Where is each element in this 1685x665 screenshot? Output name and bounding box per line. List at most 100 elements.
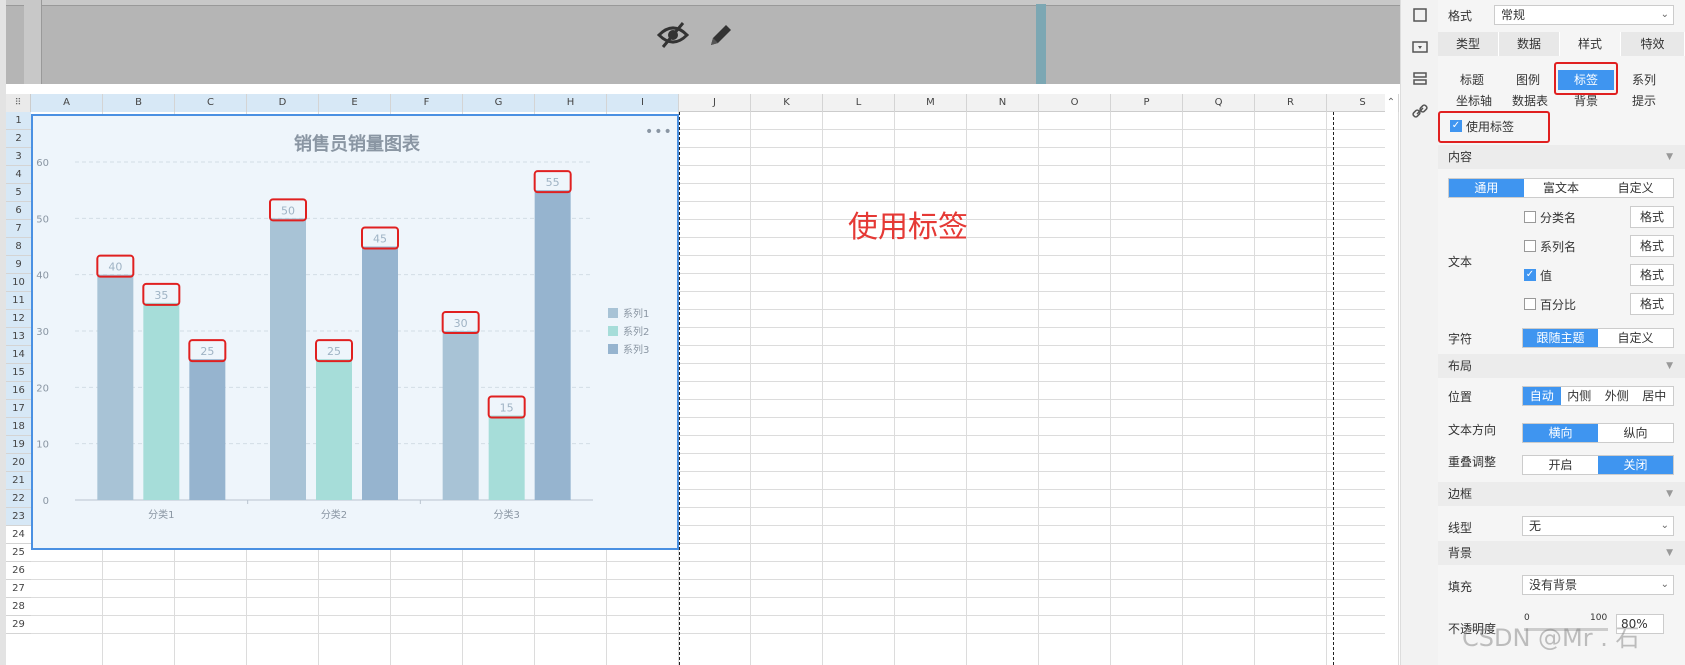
char-follow-theme[interactable]: 跟随主题 [1523, 329, 1598, 347]
row-header[interactable]: 10 [6, 274, 31, 292]
subtab-title[interactable]: 标题 [1446, 70, 1498, 90]
char-label: 字符 [1448, 332, 1473, 346]
section-border[interactable]: 边框 ▼ [1438, 482, 1685, 506]
column-header[interactable]: H [535, 94, 607, 112]
category-name-checkbox[interactable] [1524, 211, 1536, 223]
row-header[interactable]: 22 [6, 490, 31, 508]
row-header[interactable]: 5 [6, 184, 31, 202]
row-header[interactable]: 9 [6, 256, 31, 274]
column-header[interactable]: R [1255, 94, 1327, 112]
format-button[interactable]: 格式 [1630, 235, 1674, 257]
column-header[interactable]: A [31, 94, 103, 112]
column-header[interactable]: Q [1183, 94, 1255, 112]
attribute-icon[interactable] [1411, 70, 1429, 88]
row-header[interactable]: 21 [6, 472, 31, 490]
row-header[interactable]: 7 [6, 220, 31, 238]
column-header[interactable]: N [967, 94, 1039, 112]
section-content-title: 内容 [1448, 150, 1473, 164]
fill-select[interactable]: 没有背景 ⌄ [1522, 575, 1674, 595]
format-button[interactable]: 格式 [1630, 293, 1674, 315]
row-header[interactable]: 28 [6, 598, 31, 616]
position-auto[interactable]: 自动 [1523, 387, 1561, 405]
row-header[interactable]: 8 [6, 238, 31, 256]
tab-data[interactable]: 数据 [1499, 32, 1560, 56]
row-header[interactable]: 25 [6, 544, 31, 562]
row-header[interactable]: 26 [6, 562, 31, 580]
column-header[interactable]: K [751, 94, 823, 112]
overlap-on[interactable]: 开启 [1523, 456, 1598, 474]
row-header[interactable]: 14 [6, 346, 31, 364]
subtab-axis[interactable]: 坐标轴 [1446, 91, 1502, 111]
format-button[interactable]: 格式 [1630, 264, 1674, 286]
direction-horizontal[interactable]: 横向 [1523, 424, 1598, 442]
column-header[interactable]: L [823, 94, 895, 112]
y-tick-label: 50 [36, 214, 49, 225]
row-header[interactable]: 16 [6, 382, 31, 400]
section-content[interactable]: 内容 ▼ [1438, 145, 1685, 169]
subtab-tooltip[interactable]: 提示 [1618, 91, 1670, 111]
series-name-checkbox[interactable] [1524, 240, 1536, 252]
tab-effect[interactable]: 特效 [1621, 32, 1685, 56]
row-header[interactable]: 13 [6, 328, 31, 346]
subtab-datatable[interactable]: 数据表 [1502, 91, 1558, 111]
position-outside[interactable]: 外侧 [1598, 387, 1636, 405]
row-header[interactable]: 4 [6, 166, 31, 184]
column-header[interactable]: C [175, 94, 247, 112]
edit-pencil-icon[interactable] [704, 18, 738, 52]
direction-vertical[interactable]: 纵向 [1598, 424, 1673, 442]
tab-style[interactable]: 样式 [1560, 32, 1621, 56]
mode-richtext[interactable]: 富文本 [1524, 179, 1599, 197]
cell-element-icon[interactable] [1411, 6, 1429, 24]
row-header[interactable]: 11 [6, 292, 31, 310]
column-header[interactable]: E [319, 94, 391, 112]
row-header[interactable]: 2 [6, 130, 31, 148]
column-header[interactable]: G [463, 94, 535, 112]
row-header[interactable]: 29 [6, 616, 31, 634]
row-header[interactable]: 18 [6, 418, 31, 436]
select-all-corner[interactable]: ⠿ [6, 94, 31, 112]
section-layout[interactable]: 布局 ▼ [1438, 354, 1685, 378]
char-custom[interactable]: 自定义 [1598, 329, 1673, 347]
position-inside[interactable]: 内侧 [1561, 387, 1599, 405]
main-tabs: 类型 数据 样式 特效 [1438, 32, 1685, 56]
row-header[interactable]: 15 [6, 364, 31, 382]
subtab-legend[interactable]: 图例 [1502, 70, 1554, 90]
format-select[interactable]: 常规 ⌄ [1494, 5, 1674, 25]
row-header[interactable]: 23 [6, 508, 31, 526]
percent-checkbox[interactable] [1524, 298, 1536, 310]
mode-custom[interactable]: 自定义 [1598, 179, 1673, 197]
hide-eye-icon[interactable] [656, 18, 690, 52]
row-header[interactable]: 27 [6, 580, 31, 598]
link-icon[interactable] [1411, 102, 1429, 120]
column-header[interactable]: P [1111, 94, 1183, 112]
column-header[interactable]: D [247, 94, 319, 112]
tab-type[interactable]: 类型 [1438, 32, 1499, 56]
mode-general[interactable]: 通用 [1449, 179, 1524, 197]
line-type-select[interactable]: 无 ⌄ [1522, 516, 1674, 536]
subtab-series[interactable]: 系列 [1618, 70, 1670, 90]
row-header[interactable]: 19 [6, 436, 31, 454]
row-header[interactable]: 3 [6, 148, 31, 166]
row-header[interactable]: 6 [6, 202, 31, 220]
widget-icon[interactable] [1411, 38, 1429, 56]
row-header[interactable]: 24 [6, 526, 31, 544]
bar-chart[interactable]: 销售员销量图表 ••• 0 10 20 30 40 50 60 40 35 25 分类1 50 25 45… [31, 114, 679, 550]
column-header[interactable]: O [1039, 94, 1111, 112]
row-header[interactable]: 1 [6, 112, 31, 130]
format-button[interactable]: 格式 [1630, 206, 1674, 228]
position-center[interactable]: 居中 [1636, 387, 1674, 405]
text-label: 文本 [1448, 255, 1473, 269]
column-header[interactable]: M [895, 94, 967, 112]
row-header[interactable]: 20 [6, 454, 31, 472]
row-header[interactable]: 17 [6, 400, 31, 418]
column-header[interactable]: F [391, 94, 463, 112]
column-header[interactable]: I [607, 94, 679, 112]
value-checkbox[interactable]: ✓ [1524, 269, 1536, 281]
column-header[interactable]: J [679, 94, 751, 112]
legend-swatch [608, 308, 618, 318]
scroll-up-arrow[interactable]: ⌃ [1382, 94, 1400, 112]
overlap-off[interactable]: 关闭 [1598, 456, 1673, 474]
row-header[interactable]: 12 [6, 310, 31, 328]
section-background[interactable]: 背景 ▼ [1438, 541, 1685, 565]
column-header[interactable]: B [103, 94, 175, 112]
